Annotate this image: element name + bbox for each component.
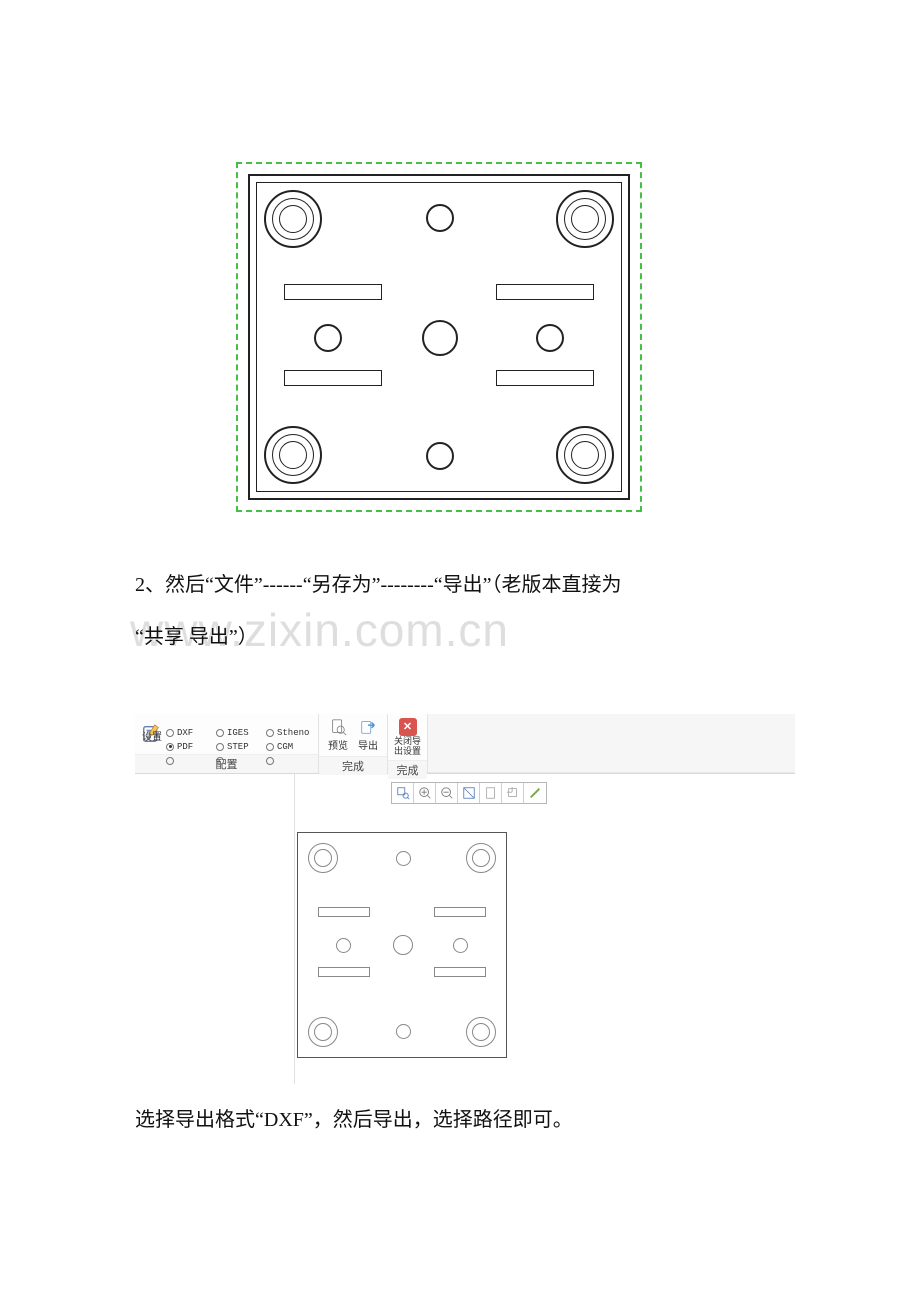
close-export-button[interactable]: ✕ 关闭导出设置 — [393, 716, 423, 758]
figure-plate-selection — [230, 130, 650, 540]
zoom-window-button[interactable] — [392, 783, 414, 803]
export-preview-canvas — [295, 774, 795, 1084]
zoom-out-button[interactable] — [436, 783, 458, 803]
crop-button[interactable] — [502, 783, 524, 803]
page-magnifier-icon — [329, 718, 347, 736]
page-button[interactable] — [480, 783, 502, 803]
zoom-in-button[interactable] — [414, 783, 436, 803]
export-arrow-icon — [359, 718, 377, 736]
format-radio-pdf[interactable]: PDF — [166, 742, 214, 752]
export-button[interactable]: 导出 — [353, 716, 383, 754]
refit-button[interactable] — [458, 783, 480, 803]
close-icon: ✕ — [399, 718, 417, 736]
figure-export-ui: DXF IGES Stheno PDF STEP CGM Medusa DWG … — [135, 714, 795, 1084]
step3-paragraph: 选择导出格式“DXF”，然后导出，选择路径即可。 — [135, 1100, 785, 1140]
measure-button[interactable] — [524, 783, 546, 803]
export-ribbon: DXF IGES Stheno PDF STEP CGM Medusa DWG … — [135, 714, 795, 774]
step2-paragraph-line1: 2、然后“文件”------“另存为”--------“导出”（老版本直接为 — [135, 564, 785, 606]
drawing-plate — [248, 174, 630, 500]
format-radio-cgm[interactable]: CGM — [266, 742, 314, 752]
group-done-label-1: 完成 — [319, 756, 387, 775]
group-config-label: 配置 — [135, 754, 318, 773]
step2-paragraph-line2: “共享 导出”） — [135, 616, 785, 658]
export-tree-pane — [135, 774, 295, 1084]
canvas-mini-toolbar — [391, 782, 547, 804]
format-radio-step[interactable]: STEP — [216, 742, 264, 752]
preview-button[interactable]: 预览 — [323, 716, 353, 754]
